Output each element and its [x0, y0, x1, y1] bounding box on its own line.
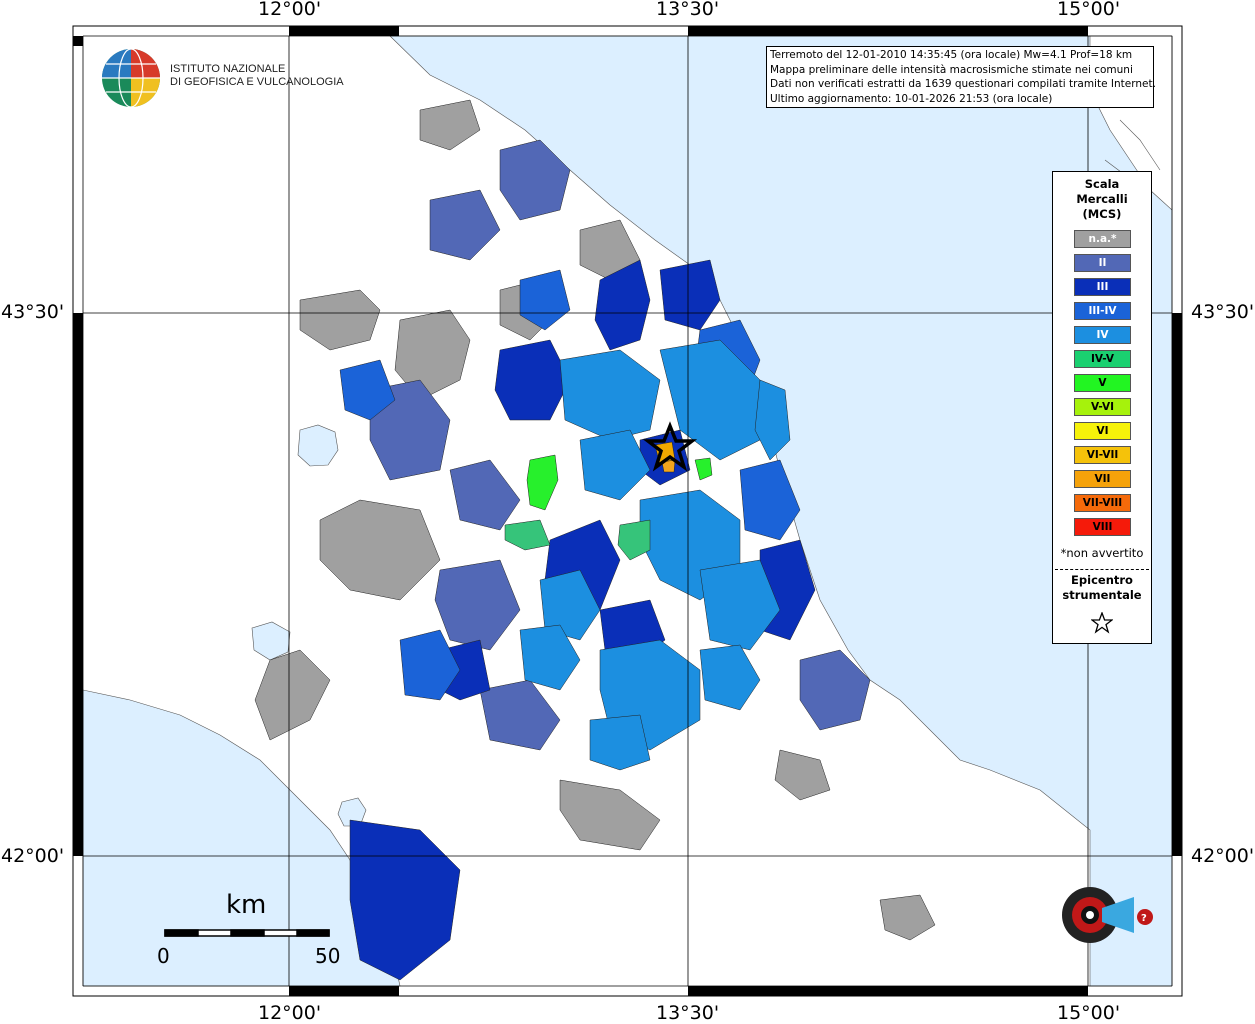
svg-text:?: ? [1141, 913, 1147, 924]
event-info-line-4: Ultimo aggiornamento: 10-01-2026 21:53 (… [770, 92, 1053, 105]
legend-epicentre: Epicentro strumentale [1053, 573, 1151, 603]
scale-max: 50 [315, 944, 341, 968]
legend-swatch: VIII [1074, 518, 1131, 536]
legend-epicentre-2: strumentale [1062, 588, 1142, 602]
event-info-box: Terremoto del 12-01-2010 14:35:45 (ora l… [766, 46, 1156, 108]
legend-swatch: IV-V [1074, 350, 1131, 368]
legend-swatch: V [1074, 374, 1131, 392]
legend-note: *non avvertito [1060, 546, 1144, 560]
legend-title-2: Mercalli [1076, 192, 1128, 206]
municipality-area [589, 714, 651, 771]
legend-epicentre-1: Epicentro [1071, 573, 1133, 587]
legend-swatch: III-IV [1074, 302, 1131, 320]
lat-label-left-42: 42°00' [1, 845, 65, 867]
event-info-line-3: Dati non verificati estratti da 1639 que… [770, 78, 1156, 90]
lon-label-top-15: 15°00' [1057, 0, 1121, 20]
legend-swatch: VII [1074, 470, 1131, 488]
epicentre-star-icon [1091, 612, 1113, 634]
event-info-line-1: Terremoto del 12-01-2010 14:35:45 (ora l… [770, 49, 1133, 61]
scale-min: 0 [157, 944, 170, 968]
legend-divider [1055, 569, 1149, 570]
event-info-line-2: Mappa preliminare delle intensità macros… [770, 63, 1133, 76]
lon-label-bottom-12: 12°00' [258, 1002, 322, 1024]
lon-label-top-13-30: 13°30' [656, 0, 720, 20]
ingv-globe-icon [102, 48, 160, 108]
lon-label-bottom-15: 15°00' [1057, 1002, 1121, 1024]
scale-bar [164, 929, 330, 937]
lat-label-right-42: 42°00' [1191, 845, 1255, 867]
legend-title: Scala Mercalli (MCS) [1053, 177, 1151, 222]
scale-unit: km [226, 890, 267, 920]
lon-label-bottom-13-30: 13°30' [656, 1002, 720, 1024]
mcs-legend: Scala Mercalli (MCS) n.a.* II III III-IV IV I… [1052, 171, 1152, 644]
institute-line-2: DI GEOFISICA E VULCANOLOGIA [170, 76, 344, 88]
lat-label-right-43-30: 43°30' [1191, 301, 1255, 323]
institute-name: ISTITUTO NAZIONALE DI GEOFISICA E VULCAN… [170, 63, 344, 89]
legend-swatch: VI-VII [1074, 446, 1131, 464]
legend-title-3: (MCS) [1082, 207, 1122, 221]
legend-swatch: n.a.* [1074, 230, 1131, 248]
legend-swatch: VI [1074, 422, 1131, 440]
lon-label-top-12: 12°00' [258, 0, 322, 20]
legend-swatch: III [1074, 278, 1131, 296]
legend-swatch: II [1074, 254, 1131, 272]
legend-title-1: Scala [1084, 177, 1120, 191]
institute-line-1: ISTITUTO NAZIONALE [170, 63, 286, 75]
legend-swatch: V-VI [1074, 398, 1131, 416]
legend-swatch: VII-VIII [1074, 494, 1131, 512]
lat-label-left-43-30: 43°30' [1, 301, 65, 323]
legend-swatch: IV [1074, 326, 1131, 344]
